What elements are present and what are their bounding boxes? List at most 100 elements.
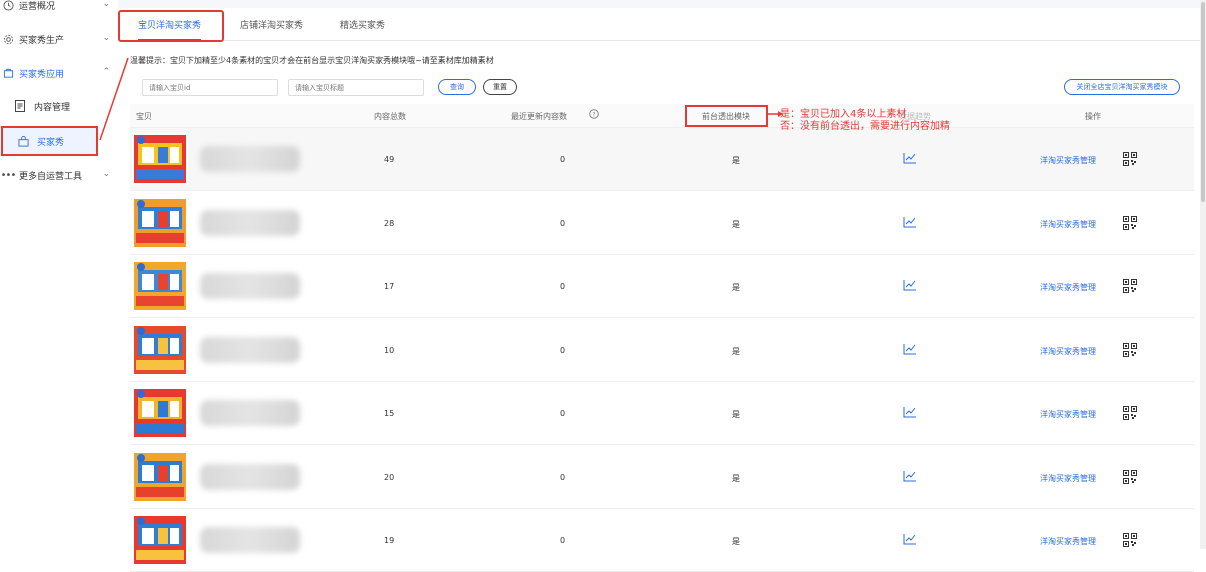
table-header: 宝贝 内容总数 最近更新内容数 ? 前台透出模块 数据趋势 操作 <box>130 104 1194 128</box>
sidebar-item-label: 更多自运营工具 <box>19 171 83 182</box>
shown-status: 是 <box>732 410 740 419</box>
table-row[interactable]: 17 0 是 洋淘买家秀管理 <box>130 255 1194 318</box>
trend-chart-icon[interactable] <box>903 406 917 418</box>
product-title-blurred <box>200 400 300 426</box>
tab-featured-buyer-show[interactable]: 精选买家秀 <box>340 15 385 41</box>
reset-button[interactable]: 重置 <box>483 79 517 95</box>
header-total: 内容总数 <box>374 112 406 121</box>
svg-text:?: ? <box>592 111 595 118</box>
table-row[interactable]: 15 0 是 洋淘买家秀管理 <box>130 382 1194 445</box>
qr-code-icon[interactable] <box>1123 215 1137 230</box>
item-title-input[interactable] <box>288 79 424 96</box>
trend-chart-icon[interactable] <box>903 152 917 164</box>
scrollbar-thumb[interactable] <box>1201 2 1205 202</box>
recent-count: 0 <box>560 282 566 291</box>
total-count: 15 <box>384 409 395 418</box>
total-count: 28 <box>384 218 395 228</box>
total-count: 17 <box>384 282 395 291</box>
recent-count: 0 <box>560 472 566 482</box>
product-thumbnail[interactable] <box>132 450 188 503</box>
product-thumbnail[interactable] <box>132 323 188 376</box>
table-row[interactable]: 28 0 是 洋淘买家秀管理 <box>130 192 1194 255</box>
bag-icon <box>17 135 29 147</box>
product-title-blurred <box>200 527 300 553</box>
sidebar-item-label: 买家秀生产 <box>19 35 65 46</box>
manage-link[interactable]: 洋淘买家秀管理 <box>1040 282 1096 293</box>
product-thumbnail[interactable] <box>132 196 188 249</box>
product-title-blurred <box>200 336 300 363</box>
table-row[interactable]: 10 0 是 洋淘买家秀管理 <box>130 319 1194 382</box>
sidebar-item-production[interactable]: 买家秀生产 ⌄ <box>0 28 118 50</box>
trend-chart-icon[interactable] <box>903 533 917 545</box>
sidebar-item-label: 买家秀应用 <box>19 69 65 80</box>
total-count: 49 <box>384 155 395 164</box>
product-thumbnail[interactable] <box>132 514 188 566</box>
sidebar-item-content-management[interactable]: 内容管理 <box>0 92 118 120</box>
gear-icon <box>2 33 14 45</box>
recent-count: 0 <box>560 345 566 355</box>
recent-count: 0 <box>560 218 566 228</box>
recent-count: 0 <box>560 409 566 418</box>
header-item: 宝贝 <box>136 112 152 121</box>
manage-link[interactable]: 洋淘买家秀管理 <box>1040 409 1096 420</box>
app-icon <box>2 67 14 79</box>
product-title-blurred <box>200 146 300 172</box>
total-count: 10 <box>384 345 395 355</box>
sidebar-item-label: 买家秀 <box>37 137 65 148</box>
table-row[interactable]: 20 0 是 洋淘买家秀管理 <box>130 446 1194 509</box>
qr-code-icon[interactable] <box>1123 533 1137 547</box>
qr-code-icon[interactable] <box>1123 342 1137 357</box>
total-count: 20 <box>384 472 395 482</box>
chevron-down-icon: ⌄ <box>102 33 110 43</box>
qr-code-icon[interactable] <box>1123 469 1137 484</box>
sidebar-item-label: 内容管理 <box>34 102 71 113</box>
product-thumbnail[interactable] <box>132 133 188 185</box>
shown-status: 是 <box>732 473 740 483</box>
trend-chart-icon[interactable] <box>903 343 917 355</box>
sidebar-item-buyer-show[interactable]: 买家秀 <box>1 126 98 156</box>
recent-count: 0 <box>560 155 566 164</box>
scrollbar[interactable] <box>1200 0 1206 549</box>
table-row[interactable]: 19 0 是 洋淘买家秀管理 <box>130 509 1194 572</box>
chevron-down-icon: ⌄ <box>102 169 110 179</box>
chevron-down-icon: ⌄ <box>102 0 110 9</box>
qr-code-icon[interactable] <box>1123 152 1137 166</box>
top-strip <box>118 0 1206 8</box>
clock-icon <box>2 0 14 11</box>
item-id-input[interactable] <box>142 79 278 96</box>
product-title-blurred <box>200 209 300 236</box>
table-row[interactable]: 49 0 是 洋淘买家秀管理 <box>130 128 1194 191</box>
tab-store-buyer-show[interactable]: 店铺洋淘买家秀 <box>240 15 303 41</box>
qr-code-icon[interactable] <box>1123 406 1137 420</box>
tab-bar: 宝贝洋淘买家秀 店铺洋淘买家秀 精选买家秀 <box>118 9 1206 41</box>
manage-link[interactable]: 洋淘买家秀管理 <box>1040 473 1096 484</box>
annotation-no: 否：没有前台透出，需要进行内容加精 <box>780 121 950 132</box>
product-title-blurred <box>200 463 300 490</box>
sidebar-item-more-tools[interactable]: ••• 更多自运营工具 ⌄ <box>0 164 118 186</box>
manage-link[interactable]: 洋淘买家秀管理 <box>1040 346 1096 357</box>
shown-status: 是 <box>732 219 740 229</box>
recent-count: 0 <box>560 536 566 545</box>
shown-status: 是 <box>732 537 740 546</box>
trend-chart-icon[interactable] <box>903 279 917 291</box>
query-button[interactable]: 查询 <box>438 79 476 95</box>
manage-link[interactable]: 洋淘买家秀管理 <box>1040 536 1096 547</box>
sidebar-item-overview[interactable]: 运营概况 ⌄ <box>0 0 118 16</box>
product-thumbnail[interactable] <box>132 387 188 439</box>
sidebar-item-label: 运营概况 <box>19 1 56 12</box>
column-highlight-box <box>685 105 768 127</box>
sidebar-item-application[interactable]: 买家秀应用 ⌃ <box>0 62 118 84</box>
trend-chart-icon[interactable] <box>903 216 917 228</box>
manage-link[interactable]: 洋淘买家秀管理 <box>1040 219 1096 230</box>
tip-text: 温馨提示：宝贝下加精至少4条素材的宝贝才会在前台显示宝贝洋淘买家秀模块哦~请至素… <box>130 56 494 65</box>
shown-status: 是 <box>732 283 740 292</box>
product-title-blurred <box>200 273 300 299</box>
total-count: 19 <box>384 536 395 545</box>
qr-code-icon[interactable] <box>1123 279 1137 293</box>
help-icon[interactable]: ? <box>589 109 599 121</box>
product-thumbnail[interactable] <box>132 260 188 312</box>
close-module-button[interactable]: 关闭全店宝贝洋淘买家秀模块 <box>1064 79 1180 95</box>
manage-link[interactable]: 洋淘买家秀管理 <box>1040 155 1096 166</box>
more-icon: ••• <box>0 169 17 181</box>
trend-chart-icon[interactable] <box>903 470 917 482</box>
